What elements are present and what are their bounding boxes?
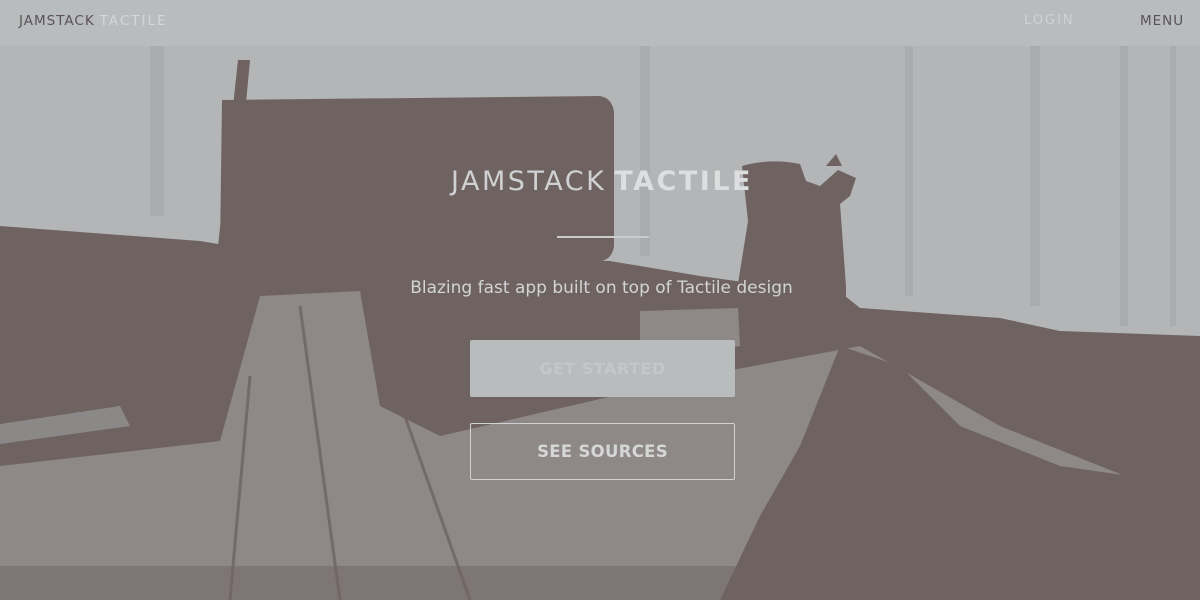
hero-title-regular: JAMSTACK — [451, 166, 607, 197]
hero-title: JAMSTACK TACTILE — [0, 166, 1200, 197]
hero-divider — [557, 236, 649, 238]
see-sources-button[interactable]: SEE SOURCES — [470, 423, 735, 480]
hero-title-bold: TACTILE — [614, 166, 753, 197]
menu-button[interactable]: MENU — [1140, 13, 1184, 29]
login-link[interactable]: LOGIN — [1024, 13, 1075, 28]
brand-logo[interactable]: JAMSTACK TACTILE — [19, 13, 168, 29]
get-started-button[interactable]: GET STARTED — [470, 340, 735, 397]
top-navigation-bar: JAMSTACK TACTILE LOGIN MENU — [0, 0, 1200, 46]
hero-tagline: Blazing fast app built on top of Tactile… — [410, 278, 793, 298]
brand-name-primary: JAMSTACK — [19, 13, 95, 29]
hero-section: JAMSTACK TACTILE Blazing fast app built o… — [0, 46, 1200, 600]
brand-name-secondary: TACTILE — [99, 13, 168, 29]
